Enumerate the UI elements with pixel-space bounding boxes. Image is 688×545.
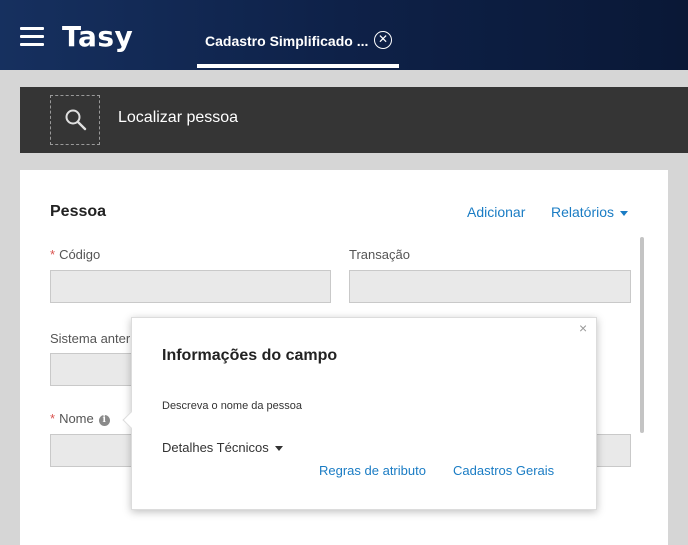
reports-menu[interactable]: Relatórios bbox=[551, 204, 629, 220]
app-header: Tasy Cadastro Simplificado ... ✕ bbox=[0, 0, 688, 70]
vertical-scrollbar[interactable] bbox=[640, 237, 644, 433]
transacao-field[interactable] bbox=[349, 270, 631, 303]
active-tab-indicator bbox=[197, 64, 399, 68]
required-marker: * bbox=[50, 411, 56, 426]
nome-label: * Nome i bbox=[50, 411, 110, 426]
reports-label: Relatórios bbox=[551, 204, 615, 220]
search-button[interactable] bbox=[50, 95, 100, 145]
required-marker: * bbox=[50, 247, 56, 262]
popover-description: Descreva o nome da pessoa bbox=[162, 400, 303, 412]
chevron-down-icon bbox=[620, 210, 629, 216]
close-icon[interactable]: × bbox=[579, 320, 587, 336]
tab-close-icon[interactable]: ✕ bbox=[374, 31, 392, 49]
hamburger-icon[interactable] bbox=[20, 27, 44, 46]
info-icon[interactable]: i bbox=[98, 415, 110, 426]
codigo-label: * Código bbox=[50, 247, 101, 262]
card-title: Pessoa bbox=[50, 203, 107, 220]
app-brand: Tasy bbox=[62, 20, 134, 53]
attribute-rules-link[interactable]: Regras de atributo bbox=[319, 463, 426, 478]
tab-label: Cadastro Simplificado ... bbox=[205, 33, 369, 49]
technical-details-label: Detalhes Técnicos bbox=[162, 440, 269, 455]
add-link[interactable]: Adicionar bbox=[467, 204, 525, 220]
person-search-bar: Localizar pessoa bbox=[20, 87, 688, 153]
popover-title: Informações do campo bbox=[162, 347, 338, 364]
sistema-anterior-label: Sistema anter bbox=[50, 331, 131, 346]
technical-details-toggle[interactable]: Detalhes Técnicos bbox=[162, 440, 283, 455]
transacao-label: Transação bbox=[349, 247, 410, 262]
field-info-popover: × Informações do campo Descreva o nome d… bbox=[122, 317, 597, 510]
search-icon bbox=[65, 109, 87, 131]
search-label[interactable]: Localizar pessoa bbox=[118, 109, 238, 127]
chevron-down-icon bbox=[274, 446, 283, 452]
codigo-field[interactable] bbox=[50, 270, 331, 303]
general-registers-link[interactable]: Cadastros Gerais bbox=[453, 463, 554, 478]
tab-cadastro-simplificado[interactable]: Cadastro Simplificado ... ✕ bbox=[197, 0, 399, 70]
